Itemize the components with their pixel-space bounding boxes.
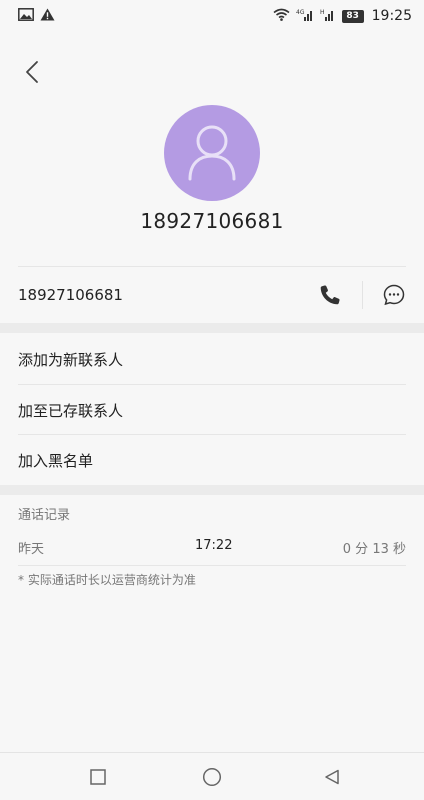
home-button[interactable]: [200, 765, 224, 789]
phone-icon: [320, 285, 340, 305]
status-right-icons: 4G H 83 19:25: [273, 8, 412, 25]
person-icon: [188, 125, 236, 181]
battery-icon: 83: [341, 9, 364, 23]
add-new-contact-item[interactable]: 添加为新联系人: [0, 334, 424, 384]
call-log-duration: 0 分 13 秒: [342, 542, 406, 557]
call-log-entry: 昨天 17:22 0 分 13 秒: [18, 535, 406, 557]
wifi-icon: [273, 8, 290, 25]
call-duration-note: * 实际通话时长以运营商统计为准: [18, 573, 196, 587]
nav-back-button[interactable]: [320, 765, 344, 789]
status-time: 19:25: [371, 8, 412, 24]
phone-number: 18927106681: [18, 286, 123, 304]
avatar: [164, 105, 260, 201]
call-log-day: 昨天: [18, 542, 45, 557]
back-icon: [325, 769, 339, 785]
contact-number-title: 18927106681: [140, 209, 284, 233]
message-button[interactable]: [378, 279, 410, 311]
status-left-icons: [18, 7, 55, 25]
section-gap: [0, 485, 424, 495]
back-button[interactable]: [16, 56, 48, 88]
status-bar: 4G H 83 19:25: [0, 0, 424, 32]
recents-icon: [90, 769, 106, 785]
warning-icon: [40, 8, 55, 25]
call-log-title: 通话记录: [18, 508, 71, 523]
recents-button[interactable]: [86, 765, 110, 789]
call-button[interactable]: [314, 279, 346, 311]
signal-4g-icon: 4G: [296, 8, 314, 25]
signal-icon: H: [320, 8, 336, 25]
divider: [18, 565, 406, 566]
image-icon: [18, 7, 34, 25]
add-to-existing-contact-item[interactable]: 加至已存联系人: [0, 385, 424, 435]
home-icon: [202, 767, 222, 787]
section-gap: [0, 323, 424, 333]
svg-text:4G: 4G: [296, 9, 305, 16]
number-row[interactable]: 18927106681: [0, 267, 424, 323]
message-icon: [383, 284, 405, 306]
vertical-separator: [362, 281, 363, 309]
navigation-bar: [0, 752, 424, 800]
call-log-time: 17:22: [195, 538, 233, 553]
chevron-left-icon: [26, 61, 38, 83]
svg-text:H: H: [320, 9, 325, 16]
add-to-blacklist-item[interactable]: 加入黑名单: [0, 435, 424, 485]
